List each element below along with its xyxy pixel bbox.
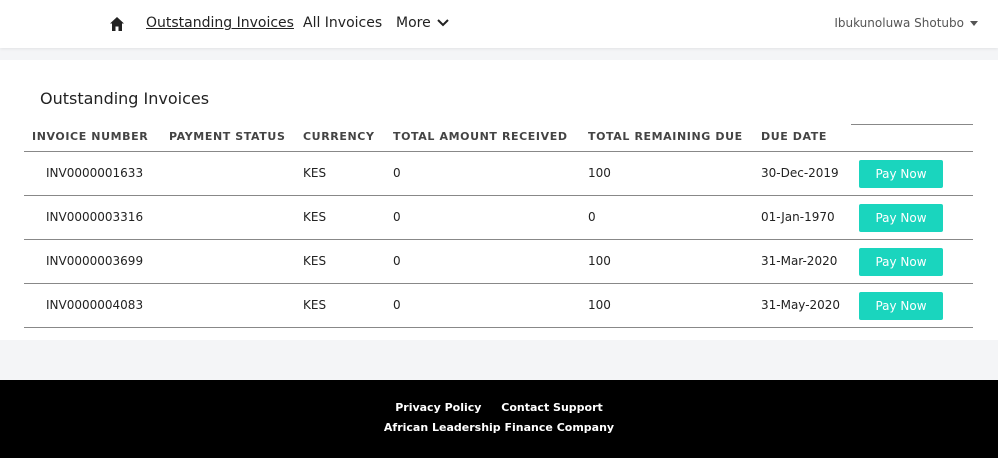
contact-support-link[interactable]: Contact Support	[501, 401, 603, 414]
column-header-currency: CURRENCY	[303, 130, 375, 143]
table-row: INV0000003699 KES 0 100 31-Mar-2020 Pay …	[24, 240, 973, 284]
currency-cell: KES	[303, 210, 327, 224]
pay-now-button[interactable]: Pay Now	[859, 248, 943, 276]
column-header-total-remaining-due: TOTAL REMAINING DUE	[588, 130, 743, 143]
footer-links: Privacy Policy Contact Support	[0, 401, 998, 414]
caret-down-icon	[970, 20, 978, 26]
remaining-due-cell: 100	[588, 298, 611, 312]
due-date-cell: 01-Jan-1970	[761, 210, 835, 224]
amount-received-cell: 0	[393, 166, 401, 180]
column-header-due-date: DUE DATE	[761, 130, 828, 143]
top-navigation: Outstanding Invoices All Invoices More I…	[0, 0, 998, 48]
footer: Privacy Policy Contact Support African L…	[0, 380, 998, 458]
currency-cell: KES	[303, 166, 327, 180]
due-date-cell: 30-Dec-2019	[761, 166, 839, 180]
amount-received-cell: 0	[393, 254, 401, 268]
column-header-total-amount-received: TOTAL AMOUNT RECEIVED	[393, 130, 568, 143]
remaining-due-cell: 100	[588, 166, 611, 180]
nav-more-dropdown[interactable]: More	[396, 15, 449, 31]
remaining-due-cell: 0	[588, 210, 596, 224]
header-divider	[851, 124, 973, 125]
table-row: INV0000004083 KES 0 100 31-May-2020 Pay …	[24, 284, 973, 328]
pay-now-button[interactable]: Pay Now	[859, 292, 943, 320]
currency-cell: KES	[303, 298, 327, 312]
nav-outstanding-invoices[interactable]: Outstanding Invoices	[146, 15, 294, 31]
table-row: INV0000003316 KES 0 0 01-Jan-1970 Pay No…	[24, 196, 973, 240]
user-menu[interactable]: Ibukunoluwa Shotubo	[834, 16, 978, 30]
invoice-number-cell: INV0000001633	[46, 166, 144, 180]
pay-now-button[interactable]: Pay Now	[859, 204, 943, 232]
remaining-due-cell: 100	[588, 254, 611, 268]
table-header: INVOICE NUMBER PAYMENT STATUS CURRENCY T…	[24, 124, 973, 152]
invoice-number-cell: INV0000004083	[46, 298, 144, 312]
pay-now-button[interactable]: Pay Now	[859, 160, 943, 188]
privacy-policy-link[interactable]: Privacy Policy	[395, 401, 481, 414]
invoice-number-cell: INV0000003316	[46, 210, 144, 224]
column-header-invoice-number: INVOICE NUMBER	[32, 130, 149, 143]
amount-received-cell: 0	[393, 298, 401, 312]
due-date-cell: 31-May-2020	[761, 298, 841, 312]
footer-company-name: African Leadership Finance Company	[383, 421, 615, 434]
column-header-payment-status: PAYMENT STATUS	[169, 130, 286, 143]
outstanding-invoices-card: Outstanding Invoices INVOICE NUMBER PAYM…	[0, 60, 998, 340]
table-row: INV0000001633 KES 0 100 30-Dec-2019 Pay …	[24, 152, 973, 196]
user-name: Ibukunoluwa Shotubo	[834, 16, 964, 30]
page-title: Outstanding Invoices	[40, 89, 210, 108]
due-date-cell: 31-Mar-2020	[761, 254, 838, 268]
invoices-table: INVOICE NUMBER PAYMENT STATUS CURRENCY T…	[24, 124, 973, 328]
home-icon[interactable]	[109, 16, 125, 32]
nav-all-invoices[interactable]: All Invoices	[303, 15, 382, 31]
amount-received-cell: 0	[393, 210, 401, 224]
invoice-number-cell: INV0000003699	[46, 254, 144, 268]
chevron-down-icon	[437, 19, 449, 27]
currency-cell: KES	[303, 254, 327, 268]
nav-more-label: More	[396, 15, 431, 31]
